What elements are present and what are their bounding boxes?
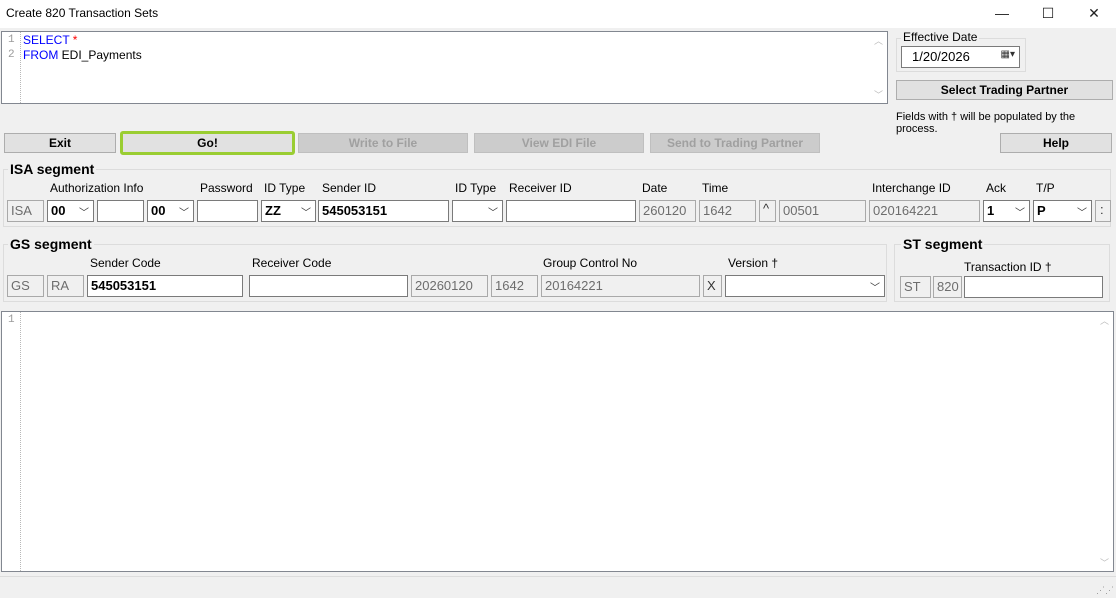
edi-output-editor[interactable]: 1 ︿ ﹀ — [1, 311, 1114, 572]
sql-keyword: FROM — [23, 48, 59, 62]
time-label: Time — [702, 181, 729, 195]
tp-label: T/P — [1036, 181, 1055, 195]
receiver-id-type-select[interactable]: ﹀ — [452, 200, 503, 222]
ack-label: Ack — [986, 181, 1007, 195]
calendar-icon[interactable]: ▦▾ — [1001, 49, 1015, 60]
effective-date-value: 1/20/2026 — [912, 49, 970, 64]
date-label: Date — [642, 181, 668, 195]
isa-segment-title: ISA segment — [8, 161, 97, 177]
chevron-down-icon: ﹀ — [1077, 208, 1087, 219]
window-title: Create 820 Transaction Sets — [6, 6, 159, 20]
chevron-down-icon: ﹀ — [1015, 208, 1025, 219]
password-input[interactable] — [197, 200, 258, 222]
gs-receiver-code-input[interactable] — [249, 275, 408, 297]
chevron-down-icon: ﹀ — [301, 208, 311, 219]
transaction-id-input[interactable] — [964, 276, 1103, 298]
sql-line-1: SELECT * — [23, 33, 77, 47]
send-to-trading-partner-button[interactable]: Send to Trading Partner — [650, 133, 820, 153]
status-bar — [0, 576, 1116, 598]
gs-prefix: GS — [7, 275, 44, 297]
id-type-label: ID Type — [264, 181, 306, 195]
password-label: Password — [200, 181, 253, 195]
exit-button[interactable]: Exit — [4, 133, 116, 153]
chevron-down-icon: ﹀ — [870, 283, 880, 294]
chevron-down-icon: ﹀ — [179, 208, 189, 219]
tp-value: P — [1037, 203, 1046, 218]
agency-code-field: X — [703, 275, 722, 297]
sender-id-type-select[interactable]: ZZ ﹀ — [261, 200, 316, 222]
repetition-separator-field: ^ — [759, 200, 776, 222]
interchange-id-field: 020164221 — [869, 200, 980, 222]
line-number: 1 — [8, 34, 15, 46]
populated-hint: Fields with † will be populated by the p… — [896, 111, 1076, 135]
scroll-up-icon[interactable]: ︿ — [874, 34, 883, 47]
ack-select[interactable]: 1 ﹀ — [983, 200, 1030, 222]
write-to-file-button[interactable]: Write to File — [298, 133, 468, 153]
gs-time-field: 1642 — [491, 275, 538, 297]
chevron-down-icon: ﹀ — [488, 208, 498, 219]
close-button[interactable]: ✕ — [1071, 0, 1116, 26]
view-edi-file-button[interactable]: View EDI File — [474, 133, 644, 153]
auth-qualifier-value: 00 — [51, 203, 66, 218]
minimize-button[interactable]: — — [979, 0, 1025, 26]
isa-version-field: 00501 — [779, 200, 866, 222]
help-button[interactable]: Help — [1000, 133, 1112, 153]
scroll-up-icon[interactable]: ︿ — [1100, 314, 1109, 327]
effective-date-picker[interactable]: 1/20/2026 ▦▾ — [901, 46, 1020, 68]
interchange-id-label: Interchange ID — [872, 181, 951, 195]
ack-value: 1 — [987, 203, 995, 218]
transaction-id-label: Transaction ID † — [964, 260, 1052, 274]
group-control-field: 20164221 — [541, 275, 700, 297]
sql-table: EDI_Payments — [58, 48, 142, 62]
gs-version-select[interactable]: ﹀ — [725, 275, 885, 297]
auth-info-input[interactable] — [97, 200, 144, 222]
line-number: 1 — [8, 314, 15, 326]
isa-time-field: 1642 — [699, 200, 756, 222]
password-qualifier-value: 00 — [151, 203, 166, 218]
gs-sender-code-input[interactable]: 545053151 — [87, 275, 243, 297]
maximize-button[interactable]: ☐ — [1025, 0, 1071, 26]
gs-version-label: Version † — [728, 256, 779, 270]
sender-id-type-value: ZZ — [265, 203, 281, 218]
password-qualifier-select[interactable]: 00 ﹀ — [147, 200, 194, 222]
sender-id-label: Sender ID — [322, 181, 377, 195]
component-separator-field: : — [1095, 200, 1111, 222]
go-button[interactable]: Go! — [120, 131, 295, 155]
scroll-down-icon[interactable]: ﹀ — [874, 88, 883, 101]
sql-line-2: FROM EDI_Payments — [23, 48, 142, 62]
sql-star: * — [69, 33, 78, 47]
line-number: 2 — [8, 49, 15, 61]
auth-qualifier-select[interactable]: 00 ﹀ — [47, 200, 94, 222]
id-type-label-2: ID Type — [455, 181, 497, 195]
sql-keyword: SELECT — [23, 33, 70, 47]
tp-select[interactable]: P ﹀ — [1033, 200, 1092, 222]
sql-scrollbar[interactable]: ︿ ﹀ — [871, 32, 887, 103]
isa-prefix: ISA — [7, 200, 44, 222]
scroll-down-icon[interactable]: ﹀ — [1100, 556, 1109, 569]
receiver-code-label: Receiver Code — [252, 256, 332, 270]
resize-grip-icon[interactable]: ⋰⋰ — [1096, 585, 1114, 596]
output-scrollbar[interactable]: ︿ ﹀ — [1097, 312, 1113, 571]
isa-date-field: 260120 — [639, 200, 696, 222]
gs-date-field: 20260120 — [411, 275, 488, 297]
select-trading-partner-button[interactable]: Select Trading Partner — [896, 80, 1113, 100]
group-control-label: Group Control No — [543, 256, 638, 270]
auth-info-label: Authorization Info — [50, 181, 144, 195]
st-code-field: 820 — [933, 276, 962, 298]
title-bar — [0, 0, 1116, 28]
st-segment-title: ST segment — [901, 236, 985, 252]
chevron-down-icon: ﹀ — [79, 208, 89, 219]
st-prefix: ST — [900, 276, 931, 298]
sender-code-label: Sender Code — [90, 256, 161, 270]
gs-segment-title: GS segment — [8, 236, 94, 252]
receiver-id-input[interactable] — [506, 200, 636, 222]
effective-date-label: Effective Date — [901, 30, 980, 44]
sql-editor[interactable]: 1 2 SELECT * FROM EDI_Payments ︿ ﹀ — [1, 31, 888, 104]
functional-id-field: RA — [47, 275, 84, 297]
output-gutter — [2, 312, 21, 571]
receiver-id-label: Receiver ID — [509, 181, 572, 195]
sender-id-input[interactable]: 545053151 — [318, 200, 449, 222]
